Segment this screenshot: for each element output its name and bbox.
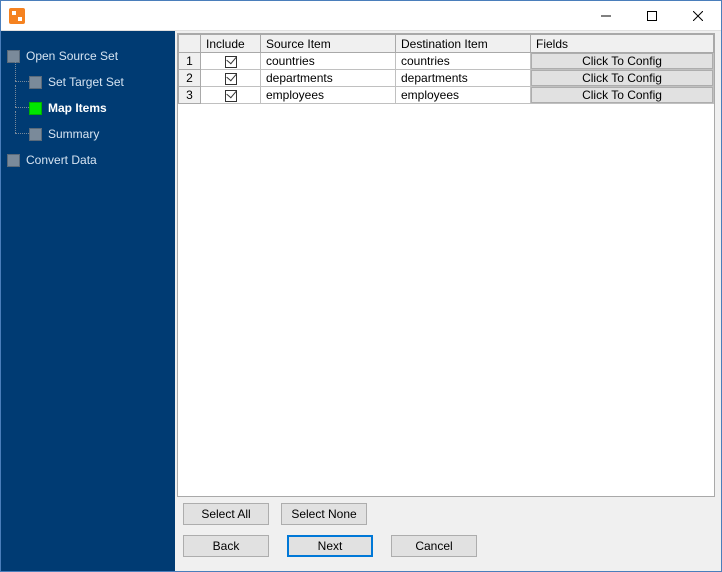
selection-buttons: Select All Select None <box>177 497 715 529</box>
source-item-cell[interactable]: employees <box>261 87 396 104</box>
content-area: Open Source Set Set Target Set Map Items… <box>1 31 721 571</box>
table-row[interactable]: 1 countries countries Click To Config <box>179 53 714 70</box>
wizard-sidebar: Open Source Set Set Target Set Map Items… <box>1 31 175 571</box>
row-number: 3 <box>179 87 201 104</box>
maximize-button[interactable] <box>629 1 675 31</box>
include-checkbox[interactable] <box>225 90 237 102</box>
table-row[interactable]: 2 departments departments Click To Confi… <box>179 70 714 87</box>
destination-item-cell[interactable]: countries <box>396 53 531 70</box>
main-panel: Include Source Item Destination Item Fie… <box>175 31 721 571</box>
sidebar-item-label: Summary <box>48 127 99 141</box>
select-all-button[interactable]: Select All <box>183 503 269 525</box>
app-icon <box>9 8 25 24</box>
col-header-source[interactable]: Source Item <box>261 35 396 53</box>
tree-node-icon <box>29 128 42 141</box>
titlebar <box>1 1 721 31</box>
tree-node-icon <box>7 50 20 63</box>
sidebar-item-open-source-set[interactable]: Open Source Set <box>7 49 169 63</box>
tree-node-icon <box>7 154 20 167</box>
tree-node-icon <box>29 102 42 115</box>
include-checkbox[interactable] <box>225 56 237 68</box>
row-number: 1 <box>179 53 201 70</box>
include-checkbox[interactable] <box>225 73 237 85</box>
sidebar-item-label: Convert Data <box>26 153 97 167</box>
col-header-include[interactable]: Include <box>201 35 261 53</box>
wizard-nav-buttons: Back Next Cancel <box>177 529 715 565</box>
back-button[interactable]: Back <box>183 535 269 557</box>
source-item-cell[interactable]: countries <box>261 53 396 70</box>
sidebar-item-set-target-set[interactable]: Set Target Set <box>29 75 169 89</box>
sidebar-item-label: Set Target Set <box>48 75 124 89</box>
config-button[interactable]: Click To Config <box>531 70 713 86</box>
app-window: Open Source Set Set Target Set Map Items… <box>0 0 722 572</box>
config-button[interactable]: Click To Config <box>531 53 713 69</box>
select-none-button[interactable]: Select None <box>281 503 367 525</box>
minimize-button[interactable] <box>583 1 629 31</box>
next-button[interactable]: Next <box>287 535 373 557</box>
row-number: 2 <box>179 70 201 87</box>
cancel-button[interactable]: Cancel <box>391 535 477 557</box>
sidebar-item-summary[interactable]: Summary <box>29 127 169 141</box>
sidebar-item-label: Open Source Set <box>26 49 118 63</box>
col-header-rownum[interactable] <box>179 35 201 53</box>
items-grid: Include Source Item Destination Item Fie… <box>177 33 715 497</box>
sidebar-item-label: Map Items <box>48 101 107 115</box>
destination-item-cell[interactable]: departments <box>396 70 531 87</box>
source-item-cell[interactable]: departments <box>261 70 396 87</box>
close-button[interactable] <box>675 1 721 31</box>
table-row[interactable]: 3 employees employees Click To Config <box>179 87 714 104</box>
tree-node-icon <box>29 76 42 89</box>
sidebar-item-map-items[interactable]: Map Items <box>29 101 169 115</box>
destination-item-cell[interactable]: employees <box>396 87 531 104</box>
col-header-fields[interactable]: Fields <box>531 35 714 53</box>
sidebar-item-convert-data[interactable]: Convert Data <box>7 153 169 167</box>
config-button[interactable]: Click To Config <box>531 87 713 103</box>
col-header-destination[interactable]: Destination Item <box>396 35 531 53</box>
